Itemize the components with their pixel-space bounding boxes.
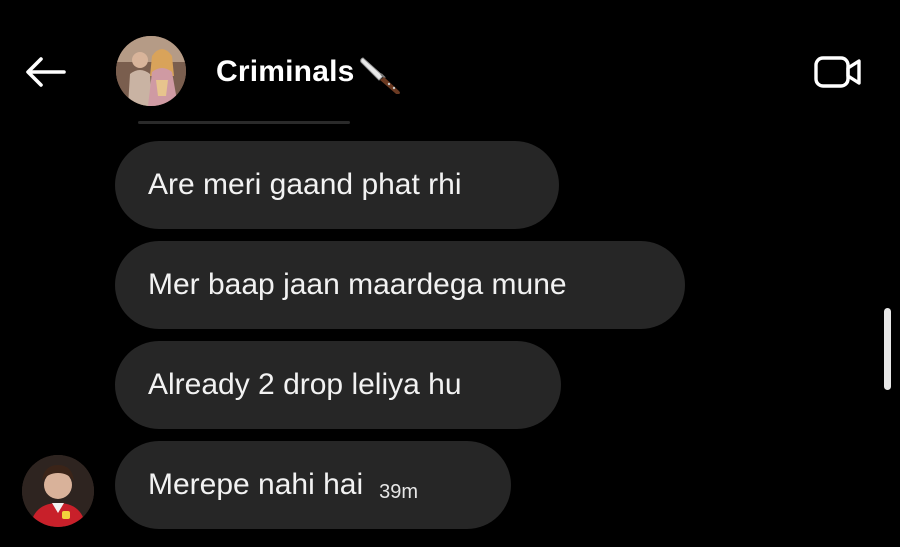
message-text: Are meri gaand phat rhi — [148, 168, 462, 201]
message-text: Already 2 drop leliya hu — [148, 368, 462, 401]
group-avatar[interactable] — [116, 36, 186, 106]
group-photo — [116, 36, 186, 106]
message-bubble[interactable]: Already 2 drop leliya hu — [115, 341, 561, 429]
header-divider — [138, 121, 350, 124]
arrow-left-icon — [26, 57, 66, 87]
sender-avatar[interactable] — [22, 455, 94, 527]
back-button[interactable] — [22, 52, 68, 92]
message-timestamp: 39m — [379, 480, 419, 503]
message-text: Merepe nahi hai — [148, 468, 364, 501]
knife-icon — [359, 57, 400, 94]
video-call-icon — [814, 56, 861, 88]
chat-header: Criminals — [0, 0, 900, 130]
group-name: Criminals — [216, 55, 355, 88]
scrollbar[interactable] — [884, 308, 891, 390]
message-bubble[interactable]: Mer baap jaan maardega mune — [115, 241, 685, 329]
message-text: Mer baap jaan maardega mune — [148, 268, 567, 301]
message-bubble[interactable]: Merepe nahi hai 39m — [115, 441, 511, 529]
sender-photo — [22, 455, 94, 527]
message-bubble[interactable]: Are meri gaand phat rhi — [115, 141, 559, 229]
video-call-button[interactable] — [808, 52, 868, 92]
chat-title[interactable]: Criminals — [216, 52, 403, 94]
